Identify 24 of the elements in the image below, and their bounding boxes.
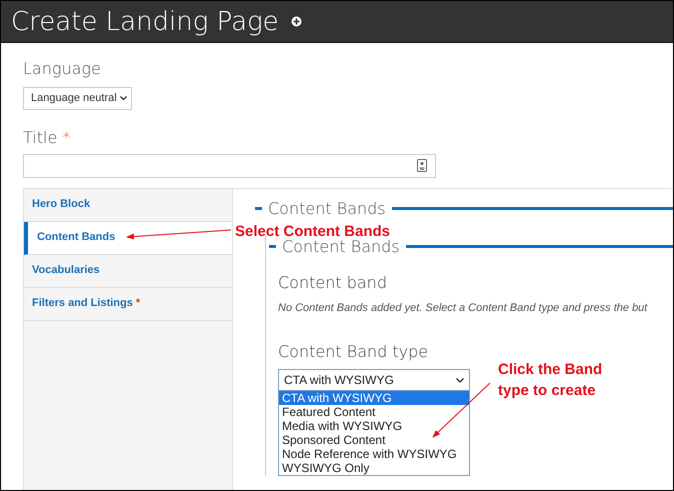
title-input[interactable] [23, 154, 436, 178]
dropdown-option[interactable]: WYSIWYG Only [279, 461, 469, 475]
dropdown-option[interactable]: Featured Content [279, 405, 469, 419]
band-type-select[interactable]: CTA with WYSIWYG [278, 369, 470, 391]
caret-icon [120, 96, 127, 101]
dropdown-option[interactable]: Media with WYSIWYG [279, 419, 469, 433]
dropdown-option[interactable]: Sponsored Content [279, 433, 469, 447]
section-heading: Content band [278, 272, 387, 294]
field-label: Content Band type [278, 341, 428, 363]
caret-icon [456, 378, 464, 382]
dropdown-option[interactable]: CTA with WYSIWYG [279, 391, 469, 405]
annotation-text: Click the Band type to create [498, 360, 602, 401]
field-label: Language [23, 58, 102, 80]
fieldset-legend: Content Bands [268, 196, 386, 220]
contact-card-icon [417, 159, 427, 172]
language-select[interactable]: Language neutral [23, 87, 132, 110]
vertical-tab[interactable]: Content Bands [24, 222, 232, 254]
field-label: Title * [23, 126, 72, 148]
annotation-arrow [432, 382, 490, 438]
empty-message: No Content Bands added yet. Select a Content Band type and press the but [278, 300, 649, 316]
dropdown-option[interactable]: Node Reference with WYSIWYG [279, 447, 469, 461]
page-title: Create Landing Page [11, 8, 279, 34]
plus-circle-icon[interactable] [290, 16, 302, 27]
annotation-text: Select Content Bands [235, 222, 390, 240]
